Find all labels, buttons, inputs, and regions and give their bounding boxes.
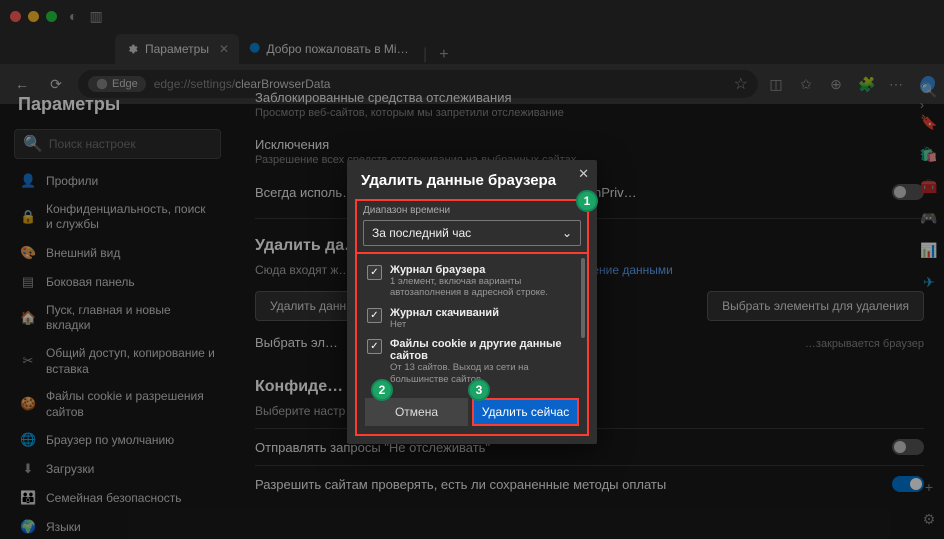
data-type-list: Журнал браузера1 элемент, включая вариан… xyxy=(355,254,589,390)
annotation-badge-2: 2 xyxy=(371,379,393,401)
modal-overlay: ✕ Удалить данные браузера 1 Диапазон вре… xyxy=(0,0,944,539)
checkbox[interactable] xyxy=(367,265,382,280)
time-range-group: 1 Диапазон времени За последний час ⌄ xyxy=(355,199,589,254)
dialog-actions: 2 3 Отмена Удалить сейчас xyxy=(355,390,589,436)
checkbox[interactable] xyxy=(367,339,382,354)
data-type-item[interactable]: Журнал скачиванийНет xyxy=(367,303,577,334)
time-range-select[interactable]: За последний час ⌄ xyxy=(363,220,581,246)
clear-data-dialog: ✕ Удалить данные браузера 1 Диапазон вре… xyxy=(347,160,597,444)
annotation-badge-3: 3 xyxy=(468,379,490,401)
checkbox[interactable] xyxy=(367,308,382,323)
cancel-button[interactable]: Отмена xyxy=(365,398,468,426)
annotation-badge-1: 1 xyxy=(576,190,598,212)
data-type-item[interactable]: Журнал браузера1 элемент, включая вариан… xyxy=(367,260,577,303)
dialog-close-icon[interactable]: ✕ xyxy=(578,166,589,182)
dialog-title: Удалить данные браузера xyxy=(347,160,597,199)
delete-now-button[interactable]: Удалить сейчас xyxy=(472,398,579,426)
chevron-down-icon: ⌄ xyxy=(562,226,572,240)
scrollbar[interactable] xyxy=(581,258,585,338)
